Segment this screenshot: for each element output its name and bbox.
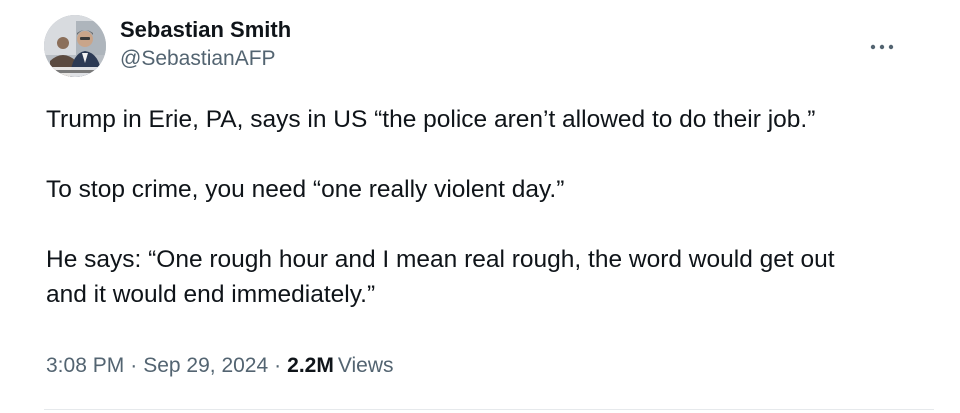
- avatar[interactable]: [44, 15, 106, 77]
- views-label: Views: [337, 354, 394, 377]
- tweet-header: Sebastian Smith @SebastianAFP: [44, 15, 924, 77]
- divider: [44, 409, 934, 410]
- tweet-card: Sebastian Smith @SebastianAFP Trump in E…: [0, 0, 960, 413]
- tweet-time[interactable]: 3:08 PM: [46, 354, 124, 377]
- author-handle[interactable]: @SebastianAFP: [120, 45, 291, 73]
- more-options-button[interactable]: [868, 39, 896, 55]
- tweet-text: Trump in Erie, PA, says in US “the polic…: [46, 106, 835, 308]
- views-count[interactable]: 2.2M: [287, 354, 334, 377]
- tweet-meta: 3:08 PM · Sep 29, 2024 · 2.2M Views: [46, 351, 394, 381]
- author-display-name[interactable]: Sebastian Smith: [120, 15, 291, 45]
- tweet-date[interactable]: Sep 29, 2024: [143, 354, 268, 377]
- meta-separator: ·: [130, 354, 138, 377]
- avatar-image: [44, 15, 106, 77]
- more-horizontal-icon: [870, 44, 894, 50]
- author-identity: Sebastian Smith @SebastianAFP: [120, 15, 291, 73]
- meta-separator: ·: [274, 354, 282, 377]
